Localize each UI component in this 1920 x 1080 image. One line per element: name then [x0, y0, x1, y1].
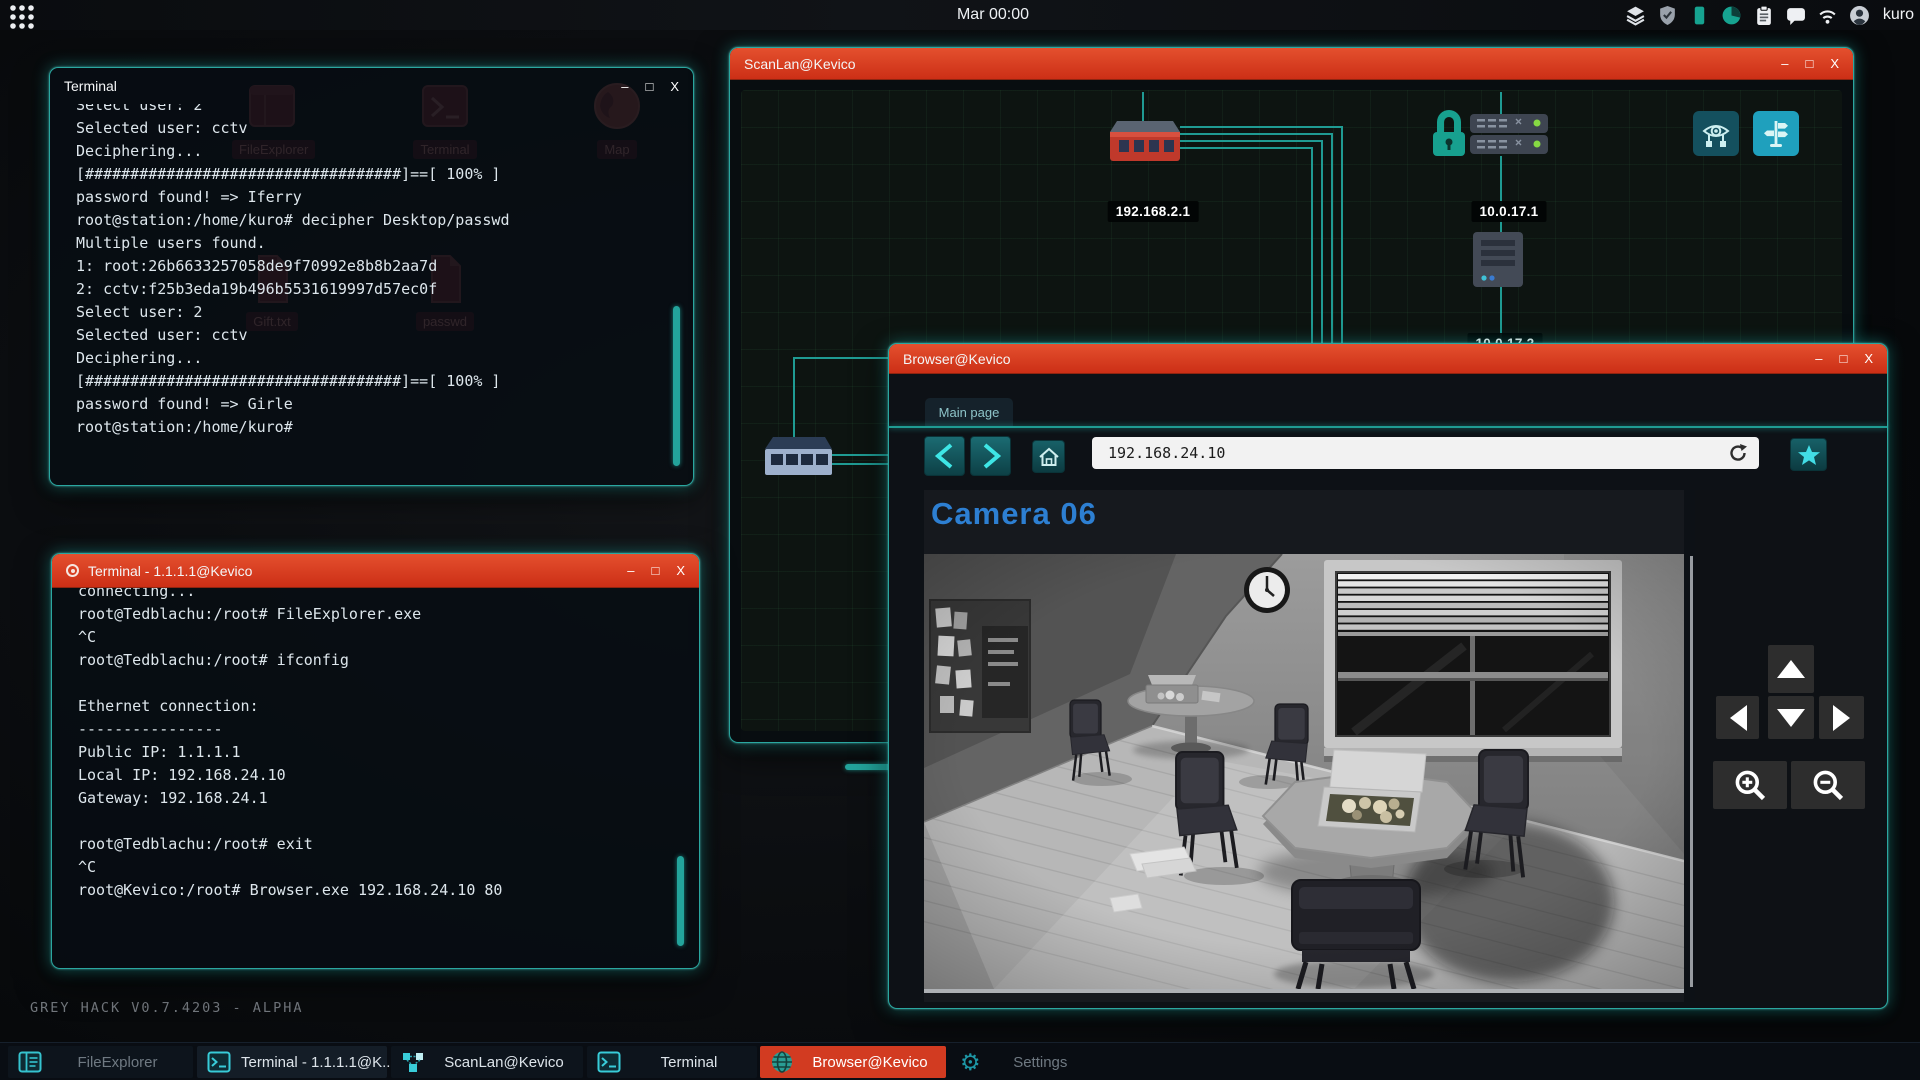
shield-check-icon[interactable] — [1657, 5, 1678, 26]
minimize-button[interactable]: – — [1815, 352, 1822, 365]
zoom-out-icon — [1810, 767, 1846, 803]
camera-title: Camera 06 — [931, 496, 1097, 532]
tab-main-page[interactable]: Main page — [925, 398, 1013, 426]
arrow-up-icon — [1774, 657, 1808, 681]
chat-icon[interactable] — [1785, 5, 1806, 26]
horizontal-scrollbar[interactable] — [924, 989, 1684, 993]
terminal-output[interactable]: Select user: 2 Selected user: cctv Decip… — [76, 104, 667, 471]
network-scan-icon — [1701, 119, 1731, 149]
window-title: ScanLan@Kevico — [744, 56, 856, 72]
terminal2-titlebar[interactable]: Terminal - 1.1.1.1@Kevico – □ X — [52, 554, 699, 588]
window-terminal-remote: Terminal - 1.1.1.1@Kevico – □ X connecti… — [51, 553, 700, 969]
back-icon — [932, 442, 958, 470]
pan-up-button[interactable] — [1768, 645, 1814, 693]
taskbar: FileExplorer Terminal - 1.1.1.1@K... Sca… — [0, 1042, 1920, 1080]
route-button[interactable] — [1753, 111, 1799, 156]
server-node[interactable] — [1470, 114, 1548, 154]
address-bar[interactable] — [1092, 437, 1759, 469]
forward-button[interactable] — [970, 436, 1011, 476]
zoom-out-button[interactable] — [1791, 761, 1865, 809]
network-scan-button[interactable] — [1693, 111, 1739, 156]
terminal-output[interactable]: connecting... root@Tedblachu:/root# File… — [78, 588, 673, 954]
minimize-button[interactable]: – — [1781, 57, 1788, 70]
node-ip-label: 10.0.17.1 — [1471, 201, 1546, 222]
arrow-left-icon — [1726, 702, 1750, 734]
window-terminal: Terminal – □ X Select user: 2 Selected u… — [49, 67, 694, 486]
app-grid-icon[interactable] — [8, 2, 36, 30]
fileexplorer-icon — [18, 1051, 42, 1073]
taskbar-item-browser[interactable]: Browser@Kevico — [760, 1046, 946, 1078]
scrollbar[interactable] — [677, 856, 684, 946]
browser-titlebar[interactable]: Browser@Kevico – □ X — [889, 344, 1887, 374]
maximize-button[interactable]: □ — [651, 564, 659, 577]
home-icon — [1038, 446, 1060, 468]
arrow-right-icon — [1830, 702, 1854, 734]
scanlan-titlebar[interactable]: ScanLan@Kevico – □ X — [730, 48, 1853, 80]
top-status-bar: Mar 00:00 — [0, 0, 1920, 30]
back-button[interactable] — [924, 436, 965, 476]
game-version-label: GREY HACK V0.7.4203 - ALPHA — [30, 1000, 303, 1016]
scrollbar[interactable] — [673, 306, 680, 466]
camera-control-panel — [1695, 490, 1881, 1002]
taskbar-item-scanlan[interactable]: ScanLan@Kevico — [391, 1046, 583, 1078]
close-button[interactable]: X — [1830, 57, 1839, 70]
battery-icon[interactable] — [1689, 5, 1710, 26]
taskbar-item-fileexplorer[interactable]: FileExplorer — [8, 1046, 193, 1078]
browser-globe-icon — [770, 1050, 794, 1074]
bookmark-button[interactable] — [1790, 438, 1827, 471]
close-button[interactable]: X — [670, 80, 679, 93]
horizontal-scrollbar[interactable] — [845, 764, 894, 770]
bookmark-star-icon — [1797, 443, 1821, 467]
route-signpost-icon — [1761, 119, 1791, 149]
minimize-button[interactable]: – — [621, 80, 628, 93]
terminal-icon — [597, 1051, 621, 1073]
close-button[interactable]: X — [676, 564, 685, 577]
maximize-button[interactable]: □ — [645, 80, 653, 93]
home-button[interactable] — [1032, 440, 1065, 473]
avatar-icon[interactable] — [1849, 5, 1870, 26]
taskbar-item-terminal-remote[interactable]: Terminal - 1.1.1.1@K... — [197, 1046, 387, 1078]
system-tray: kuro — [1625, 0, 1914, 30]
terminal-icon — [207, 1051, 231, 1073]
lock-icon — [1433, 110, 1465, 156]
desktop: FileExplorer Terminal Map Gift.txt passw… — [0, 0, 1920, 1080]
router-node[interactable] — [1110, 121, 1180, 161]
tabstrip-divider — [889, 426, 1887, 428]
node-ip-label: 192.168.2.1 — [1108, 201, 1199, 222]
pan-left-button[interactable] — [1716, 696, 1759, 739]
terminal-app-icon — [66, 564, 79, 577]
pan-right-button[interactable] — [1819, 696, 1864, 739]
taskbar-item-settings[interactable]: ⚙ Settings — [950, 1046, 1100, 1078]
vertical-scrollbar[interactable] — [1690, 556, 1693, 987]
forward-icon — [978, 442, 1004, 470]
pc-node[interactable] — [1473, 232, 1523, 287]
terminal-titlebar[interactable]: Terminal – □ X — [50, 68, 693, 104]
reload-icon[interactable] — [1727, 442, 1749, 464]
window-title: Terminal — [64, 78, 117, 94]
close-button[interactable]: X — [1864, 352, 1873, 365]
taskbar-item-terminal[interactable]: Terminal — [587, 1046, 757, 1078]
zoom-in-icon — [1732, 767, 1768, 803]
arrow-down-icon — [1774, 706, 1808, 730]
system-clock: Mar 00:00 — [928, 0, 1058, 30]
wifi-icon[interactable] — [1817, 5, 1838, 26]
maximize-button[interactable]: □ — [1839, 352, 1847, 365]
pan-down-button[interactable] — [1768, 696, 1814, 739]
window-title: Browser@Kevico — [903, 351, 1011, 367]
scanlan-icon — [401, 1051, 425, 1073]
layers-icon[interactable] — [1625, 5, 1646, 26]
zoom-in-button[interactable] — [1713, 761, 1787, 809]
gear-icon: ⚙ — [960, 1051, 981, 1074]
username-label: kuro — [1883, 6, 1914, 24]
maximize-button[interactable]: □ — [1805, 57, 1813, 70]
disk-pie-icon[interactable] — [1721, 5, 1742, 26]
window-browser: Browser@Kevico – □ X Main page — [888, 343, 1888, 1009]
clipboard-icon[interactable] — [1753, 5, 1774, 26]
camera-feed-image — [924, 554, 1684, 989]
minimize-button[interactable]: – — [627, 564, 634, 577]
switch-node[interactable] — [765, 437, 832, 475]
window-title: Terminal - 1.1.1.1@Kevico — [88, 563, 252, 579]
address-input[interactable] — [1106, 443, 1727, 463]
